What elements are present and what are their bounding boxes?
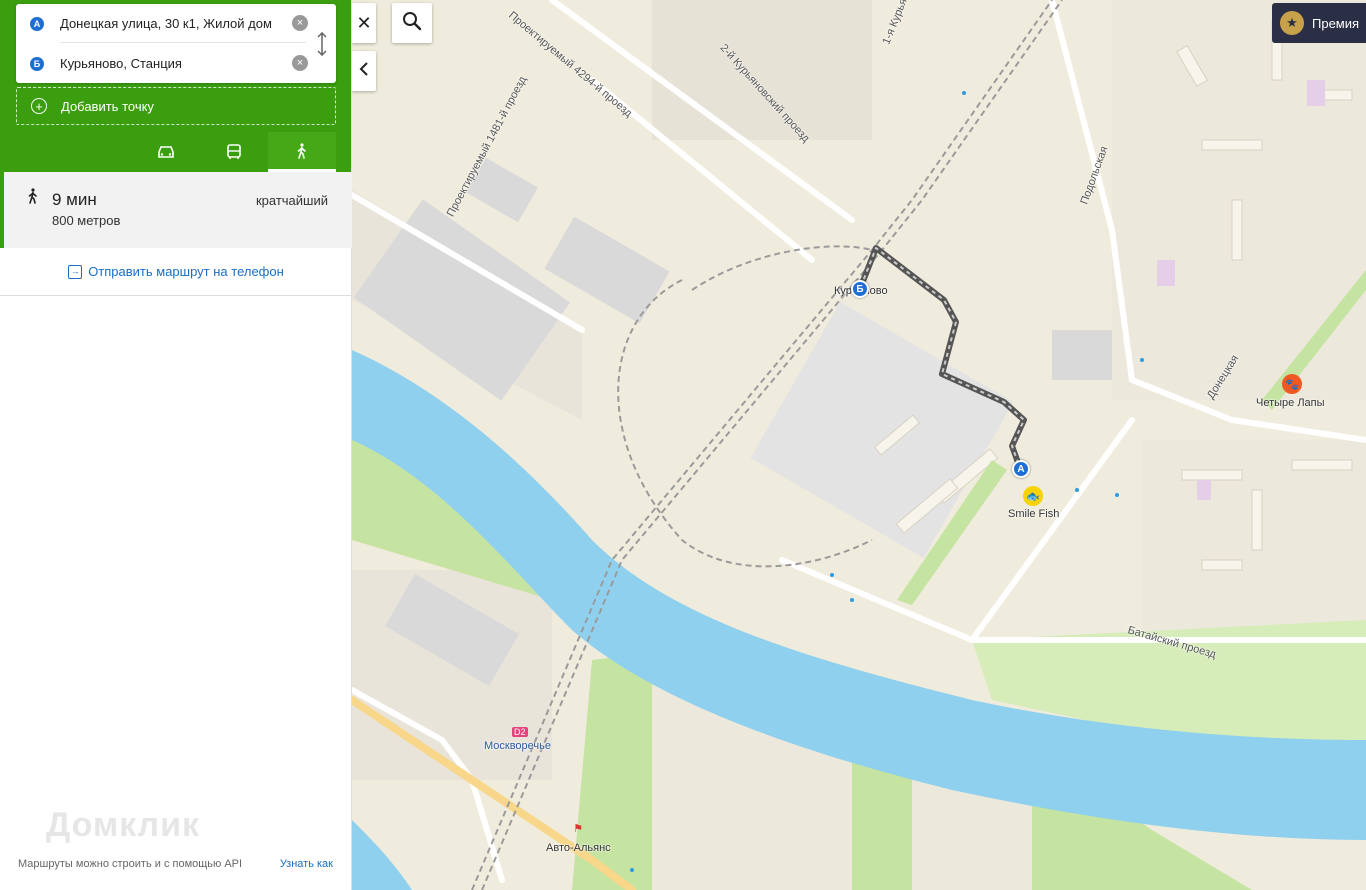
plus-icon: + <box>31 98 47 114</box>
premium-label: Премия <box>1312 15 1360 31</box>
premium-button[interactable]: ★ Премия <box>1272 3 1366 43</box>
map-canvas[interactable]: Проектируемый 4294-й проезд Проектируемы… <box>352 0 1366 890</box>
point-b-badge: Б <box>30 57 44 71</box>
close-icon: ✕ <box>356 12 372 33</box>
api-footer-text: Маршруты можно строить и с помощью API <box>18 858 243 870</box>
point-b-text[interactable]: Курьяново, Станция <box>60 56 272 71</box>
label-chetyre-lapy[interactable]: Четыре Лапы <box>1256 397 1325 409</box>
route-distance: 800 метров <box>52 213 121 228</box>
marker-a[interactable]: А <box>1012 460 1030 478</box>
point-a-field[interactable]: Донецкая улица, 30 к1, Жилой дом <box>60 4 306 43</box>
transport-mode-tabs <box>132 132 336 172</box>
map-search-button[interactable] <box>392 3 432 43</box>
add-point-button[interactable]: + Добавить точку <box>16 87 336 125</box>
close-route-button[interactable]: ✕ <box>352 3 376 43</box>
point-b-field[interactable]: Курьяново, Станция <box>60 44 306 83</box>
car-icon <box>158 146 174 158</box>
label-smile-fish[interactable]: Smile Fish <box>1008 508 1059 520</box>
bus-icon <box>227 144 241 159</box>
label-auto-alliance[interactable]: Авто-Альянс <box>546 842 611 854</box>
route-kind: кратчайший <box>255 193 328 208</box>
swap-points-button[interactable] <box>314 31 330 57</box>
walk-icon <box>297 142 306 159</box>
send-to-phone-button[interactable]: → Отправить маршрут на телефон <box>0 248 352 296</box>
swap-icon <box>317 31 327 57</box>
route-inputs: А Донецкая улица, 30 к1, Жилой дом × Б К… <box>16 4 336 83</box>
clear-point-b-button[interactable]: × <box>292 55 308 71</box>
domclick-watermark: Домклик <box>46 806 201 844</box>
marker-b[interactable]: Б <box>851 280 869 298</box>
route-header: А Донецкая улица, 30 к1, Жилой дом × Б К… <box>0 0 351 172</box>
star-icon: ★ <box>1280 11 1304 35</box>
add-point-label: Добавить точку <box>61 98 154 114</box>
walk-icon <box>26 188 40 209</box>
car-dealer-icon[interactable]: ⚑ <box>570 820 586 836</box>
label-d2: D2 <box>512 727 528 737</box>
search-icon <box>402 11 422 36</box>
tab-car[interactable] <box>132 132 200 172</box>
route-time: 9 мин <box>52 190 97 209</box>
send-icon: → <box>68 264 83 279</box>
send-label: Отправить маршрут на телефон <box>88 264 284 279</box>
route-option[interactable]: 9 мин 800 метров кратчайший <box>0 172 352 248</box>
point-a-badge: А <box>30 17 44 31</box>
point-a-text[interactable]: Донецкая улица, 30 к1, Жилой дом <box>60 16 272 31</box>
label-moskvorechye[interactable]: Москворечье <box>484 740 551 752</box>
api-learn-link[interactable]: Узнать как <box>280 858 333 870</box>
route-sidebar: А Донецкая улица, 30 к1, Жилой дом × Б К… <box>0 0 352 890</box>
tab-walk[interactable] <box>268 132 336 172</box>
clear-point-a-button[interactable]: × <box>292 15 308 31</box>
fish-shop-icon[interactable]: 🐟 <box>1023 486 1043 506</box>
pet-shop-icon[interactable]: 🐾 <box>1282 374 1302 394</box>
tab-transit[interactable] <box>200 132 268 172</box>
chevron-left-icon <box>359 61 369 81</box>
collapse-panel-button[interactable] <box>352 51 376 91</box>
map-graphics <box>352 0 1366 890</box>
